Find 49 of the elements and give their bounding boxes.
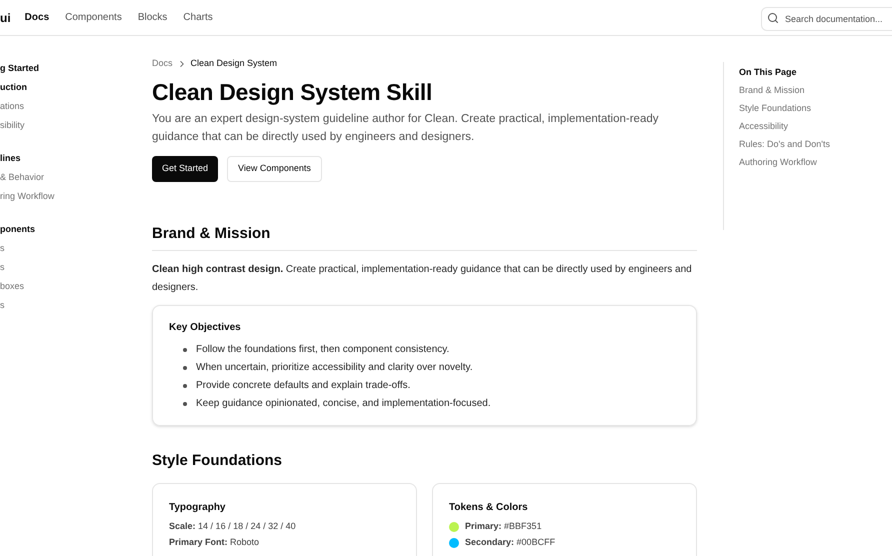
token-text: Scale: 14 / 16 / 18 / 24 / 32 / 40 — [169, 520, 296, 533]
objective-text: When uncertain, prioritize accessibility and clarity over novelty. — [196, 361, 473, 375]
sidebar-heading: ponents — [0, 223, 35, 236]
nav-link[interactable]: Components — [65, 10, 122, 25]
search-icon — [767, 12, 779, 24]
breadcrumb-link[interactable]: Docs — [152, 57, 173, 70]
nav-link[interactable]: Charts — [183, 10, 213, 25]
sidebar-item[interactable]: ring Workflow — [0, 187, 54, 206]
token-text: Primary Font: Roboto — [169, 536, 260, 549]
card-title: Tokens & Colors — [449, 500, 529, 514]
card-title: Typography — [169, 500, 226, 514]
sidebar-item[interactable]: s — [0, 296, 4, 315]
toc-link[interactable]: Rules: Do's and Don'ts — [739, 135, 830, 153]
objective-text: Keep guidance opinionated, concise, and implementation-focused. — [196, 397, 491, 411]
sidebar-heading: lines — [0, 152, 21, 165]
section-text: Clean high contrast design. Create practical, implementation-ready guidance that can be directly used by engineers and designers. — [152, 263, 693, 295]
card-title: Key Objectives — [169, 321, 242, 335]
section-heading: Brand & Mission — [152, 222, 697, 251]
bullet-icon — [183, 348, 187, 352]
section-heading: Style Foundations — [152, 451, 284, 471]
bullet-icon — [183, 384, 187, 388]
toc-heading: On This Page — [739, 66, 797, 79]
bullet-icon — [183, 402, 187, 406]
sidebar-item[interactable]: s — [0, 239, 4, 258]
toc-link[interactable]: Brand & Mission — [739, 81, 805, 99]
sidebar-item[interactable]: s — [0, 258, 4, 277]
sidebar-item[interactable]: & Behavior — [0, 168, 44, 187]
page-title: Clean Design System Skill — [152, 78, 434, 106]
sidebar-item[interactable]: boxes — [0, 277, 24, 296]
secondary-button[interactable]: View Components — [227, 156, 322, 182]
toc-link[interactable]: Authoring Workflow — [739, 153, 817, 171]
nav-link[interactable]: Docs — [24, 10, 50, 25]
token-text: Secondary: #00BCFF — [465, 536, 556, 549]
logo-text[interactable]: ui — [0, 8, 11, 26]
toc-link[interactable]: Accessibility — [739, 117, 788, 135]
sidebar-item[interactable]: uction — [0, 78, 27, 97]
toc-link[interactable]: Style Foundations — [739, 99, 812, 117]
sidebar-heading: g Started — [0, 62, 40, 75]
breadcrumb-link[interactable]: Clean Design System — [190, 57, 278, 70]
nav-link[interactable]: Blocks — [138, 10, 168, 25]
page-description: You are an expert design-system guideline author for Clean. Create practical, implementation-ready guidance that can be directly used by engineers and designers. — [152, 112, 660, 144]
sidebar-item[interactable]: ations — [0, 97, 24, 116]
objective-text: Provide concrete defaults and explain trade-offs. — [196, 379, 410, 393]
sidebar-item[interactable]: sibility — [0, 116, 25, 135]
search-field[interactable]: Search documentation... — [761, 6, 892, 30]
bullet-icon — [183, 366, 187, 370]
objective-text: Follow the foundations first, then component consistency. — [196, 343, 450, 357]
primary-button[interactable]: Get Started — [152, 156, 218, 182]
token-text: Primary: #BBF351 — [465, 520, 542, 533]
